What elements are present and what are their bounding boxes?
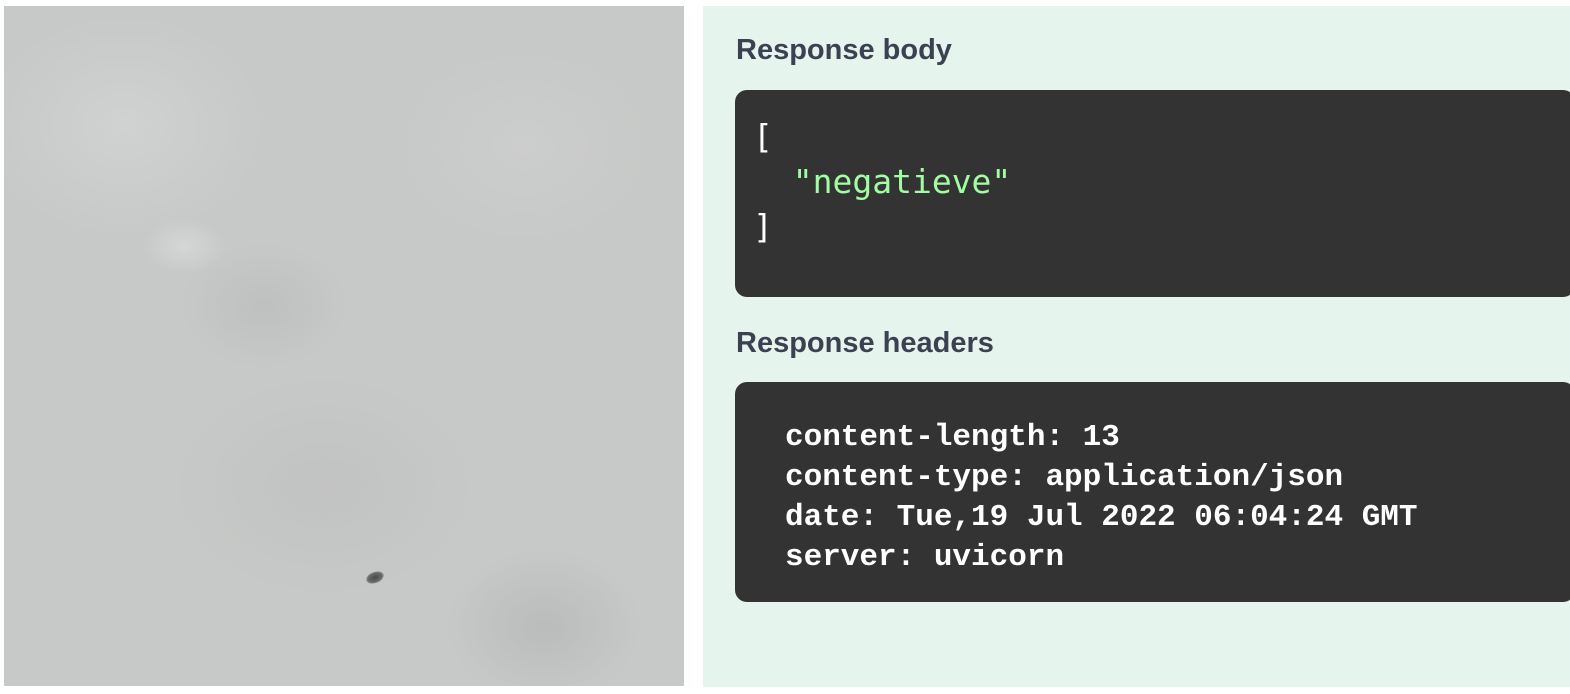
header-line-content-length: content-length: 13 [785, 420, 1120, 455]
response-panel: Response body [ "negatieve" ] Response h… [703, 6, 1570, 687]
response-headers-heading: Response headers [736, 327, 994, 359]
photo-image [4, 6, 684, 686]
response-body-heading: Response body [736, 34, 952, 66]
header-line-content-type: content-type: application/json [785, 460, 1344, 495]
response-value: "negatieve" [792, 162, 1012, 201]
photo-speck [364, 569, 386, 586]
close-bracket: ] [753, 207, 773, 246]
response-headers-code[interactable]: content-length: 13 content-type: applica… [735, 382, 1570, 602]
header-line-server: server: uvicorn [785, 540, 1065, 575]
open-bracket: [ [753, 117, 773, 156]
response-value-line: "negatieve" [753, 159, 1570, 204]
header-line-date: date: Tue,19 Jul 2022 06:04:24 GMT [785, 500, 1418, 535]
response-body-code[interactable]: [ "negatieve" ] [735, 90, 1570, 297]
